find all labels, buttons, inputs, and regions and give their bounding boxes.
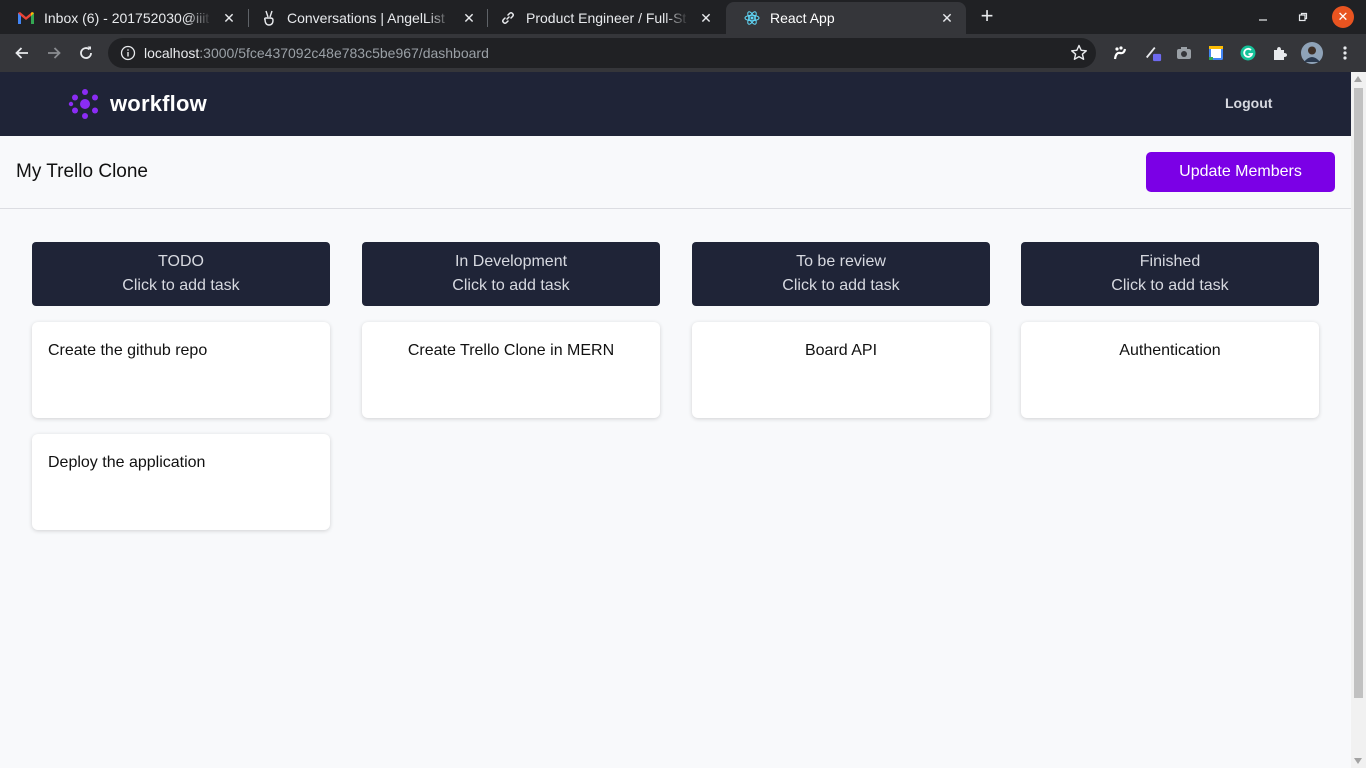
page-scrollbar[interactable] [1351,72,1366,768]
browser-tab-title: Product Engineer / Full-St [526,10,687,26]
browser-toolbar: localhost:3000/5fce437092c48e783c5be967/… [0,34,1366,72]
extension-paw-icon[interactable] [1111,44,1129,62]
column-finished: Finished Click to add task Authenticatio… [1021,242,1319,418]
board-title: My Trello Clone [16,161,148,182]
url-host: localhost [144,45,200,61]
column-name: In Development [454,253,568,270]
browser-tab-react-app[interactable]: React App ✕ [726,2,966,34]
forward-icon[interactable] [42,41,66,65]
minimize-icon[interactable] [1251,5,1275,29]
bookmark-star-icon[interactable] [1070,44,1088,62]
add-task-label: Click to add task [452,277,570,294]
profile-avatar-icon[interactable] [1301,42,1323,64]
restore-icon[interactable] [1291,5,1315,29]
app-header: workflow Logout [0,72,1351,136]
browser-tab-bar: Inbox (6) - 201752030@iiit ✕ Conversatio… [0,0,1366,34]
link-icon [500,10,516,26]
column-todo: TODO Click to add task Create the github… [32,242,330,530]
column-in-development: In Development Click to add task Create … [362,242,660,418]
column-to-be-review: To be review Click to add task Board API [692,242,990,418]
task-card[interactable]: Board API [692,322,990,418]
browser-tab-title: React App [770,10,835,26]
extensions-puzzle-icon[interactable] [1271,44,1289,62]
close-tab-icon[interactable]: ✕ [697,9,715,27]
window-close-icon[interactable]: ✕ [1332,6,1354,28]
back-icon[interactable] [10,41,34,65]
browser-tab-title: Inbox (6) - 201752030@iiit [44,10,210,26]
add-task-label: Click to add task [122,277,240,294]
board-bar: My Trello Clone Update Members [0,136,1351,209]
add-task-label: Click to add task [782,277,900,294]
browser-tab-gmail[interactable]: Inbox (6) - 201752030@iiit ✕ [0,2,248,34]
react-icon [744,10,760,26]
address-bar[interactable]: localhost:3000/5fce437092c48e783c5be967/… [108,38,1096,68]
calendar-icon[interactable] [1207,44,1225,62]
scrollbar-thumb[interactable] [1354,88,1363,698]
camera-icon[interactable] [1175,44,1193,62]
page-viewport: workflow Logout My Trello Clone Update M… [0,72,1351,768]
column-name: TODO [158,253,204,270]
workflow-logo-icon [68,89,98,119]
add-task-label: Click to add task [1111,277,1229,294]
scroll-down-arrow-icon[interactable] [1354,758,1362,764]
new-tab-icon[interactable]: + [976,5,998,28]
close-tab-icon[interactable]: ✕ [460,9,478,27]
task-card[interactable]: Create Trello Clone in MERN [362,322,660,418]
column-name: To be review [796,253,886,270]
close-tab-icon[interactable]: ✕ [220,9,238,27]
gmail-icon [18,10,34,26]
app-logo[interactable]: workflow [68,87,207,121]
close-tab-icon[interactable]: ✕ [938,9,956,27]
reload-icon[interactable] [74,41,98,65]
browser-tab-title: Conversations | AngelList [287,10,445,26]
browser-tab-angellist[interactable]: Conversations | AngelList ✕ [243,2,488,34]
extension-pen-icon[interactable] [1144,44,1162,62]
column-header[interactable]: TODO Click to add task [32,242,330,306]
task-card[interactable]: Create the github repo [32,322,330,418]
grammarly-icon[interactable] [1239,44,1257,62]
browser-menu-icon[interactable] [1336,44,1354,62]
column-header[interactable]: To be review Click to add task [692,242,990,306]
column-name: Finished [1139,253,1201,270]
browser-tab-product-engineer[interactable]: Product Engineer / Full-St ✕ [482,2,725,34]
url-text: localhost:3000/5fce437092c48e783c5be967/… [144,45,489,61]
column-header[interactable]: Finished Click to add task [1021,242,1319,306]
scroll-up-arrow-icon[interactable] [1354,76,1362,82]
task-card[interactable]: Authentication [1021,322,1319,418]
update-members-button[interactable]: Update Members [1146,152,1335,192]
task-card[interactable]: Deploy the application [32,434,330,530]
angellist-icon [261,10,277,26]
logout-link[interactable]: Logout [1225,95,1272,111]
logo-text: workflow [110,91,207,116]
site-info-icon[interactable] [120,45,136,61]
url-path: :3000/5fce437092c48e783c5be967/dashboard [199,45,489,61]
column-header[interactable]: In Development Click to add task [362,242,660,306]
